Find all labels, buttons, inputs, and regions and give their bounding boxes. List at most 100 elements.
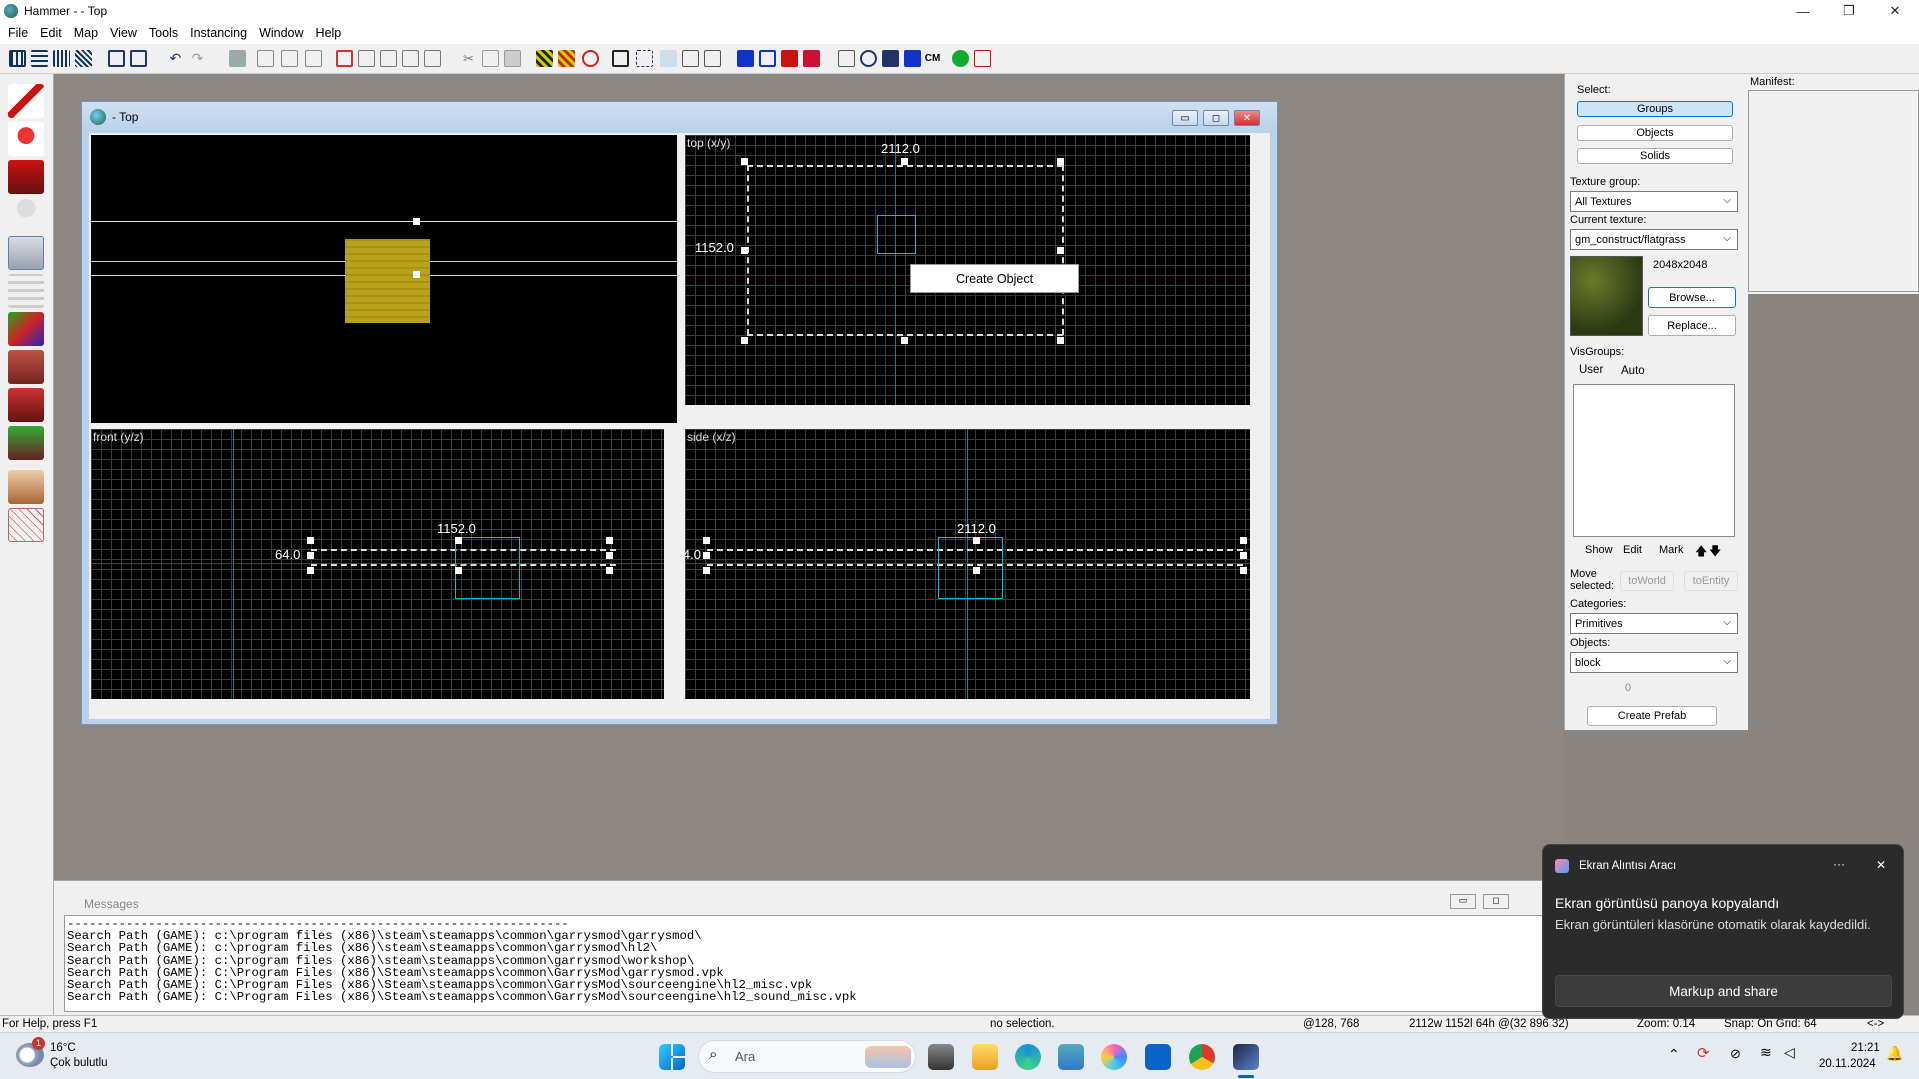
block-outline[interactable] bbox=[877, 215, 916, 254]
handle[interactable] bbox=[741, 337, 748, 344]
handle[interactable] bbox=[741, 247, 748, 254]
to-entity-button[interactable]: toEntity bbox=[1684, 571, 1738, 591]
map-properties-icon[interactable] bbox=[803, 50, 820, 67]
copy-icon[interactable] bbox=[482, 50, 499, 67]
camera-tool-icon[interactable] bbox=[8, 160, 44, 194]
entity-helpers-icon[interactable] bbox=[759, 50, 776, 67]
menu-edit[interactable]: Edit bbox=[34, 26, 68, 40]
block-tool-icon[interactable] bbox=[8, 236, 44, 270]
child-maximize-button[interactable]: ◻ bbox=[1203, 110, 1229, 126]
show-all-icon[interactable] bbox=[257, 50, 274, 67]
outlook-icon[interactable] bbox=[1145, 1044, 1171, 1070]
handle[interactable] bbox=[307, 552, 314, 559]
ignore-groups-icon[interactable] bbox=[536, 50, 553, 67]
copilot-icon[interactable] bbox=[1101, 1044, 1127, 1070]
handle[interactable] bbox=[703, 567, 710, 574]
markup-and-share-button[interactable]: Markup and share bbox=[1555, 975, 1892, 1007]
models-icon[interactable] bbox=[838, 50, 855, 67]
handle[interactable] bbox=[606, 552, 613, 559]
handle[interactable] bbox=[741, 158, 748, 165]
visgroup-icon[interactable] bbox=[904, 50, 921, 67]
run-map-icon[interactable] bbox=[582, 50, 599, 67]
current-texture-select[interactable]: gm_construct/flatgrass ⌵ bbox=[1570, 229, 1738, 250]
weather-desc[interactable]: Çok bulutlu bbox=[50, 1057, 108, 1069]
sphere-icon[interactable] bbox=[860, 50, 877, 67]
block-outline[interactable] bbox=[938, 537, 1003, 599]
taskbar-search-box[interactable]: ⌕ Ara bbox=[698, 1040, 916, 1073]
tab-auto[interactable]: Auto bbox=[1621, 365, 1645, 377]
handle[interactable] bbox=[1057, 247, 1064, 254]
tab-user[interactable]: User bbox=[1579, 364, 1603, 376]
camera-viewport[interactable] bbox=[91, 135, 677, 423]
draw-icon[interactable] bbox=[974, 50, 991, 67]
magnify-tool-icon[interactable] bbox=[8, 122, 44, 156]
snipping-tool-notification[interactable]: Ekran Alıntısı Aracı ··· ✕ Ekran görüntü… bbox=[1542, 844, 1904, 1019]
larger-grid-icon[interactable] bbox=[75, 50, 92, 67]
handle[interactable] bbox=[307, 567, 314, 574]
paste-icon[interactable] bbox=[504, 50, 521, 67]
undo-icon[interactable]: ↶ bbox=[167, 50, 184, 67]
handle[interactable] bbox=[1240, 567, 1247, 574]
select-groups-button[interactable]: Groups bbox=[1577, 101, 1733, 117]
menu-window[interactable]: Window bbox=[253, 26, 309, 40]
menu-view[interactable]: View bbox=[104, 26, 143, 40]
texture-tool-icon[interactable] bbox=[8, 274, 44, 308]
decal-tool-icon[interactable] bbox=[8, 350, 44, 384]
child-close-button[interactable]: ✕ bbox=[1234, 110, 1260, 126]
path-tool-icon[interactable] bbox=[8, 508, 44, 542]
weather-temp[interactable]: 16°C bbox=[50, 1042, 76, 1054]
sync-icon[interactable]: ⟳ bbox=[1697, 1044, 1710, 1062]
to-world-button[interactable]: toWorld bbox=[1620, 571, 1674, 591]
handle[interactable] bbox=[973, 537, 980, 544]
grid-3d-icon[interactable] bbox=[31, 50, 48, 67]
face-index-spinner[interactable]: 0 bbox=[1625, 682, 1631, 694]
overlay-tool-icon[interactable] bbox=[8, 388, 44, 422]
menu-map[interactable]: Map bbox=[68, 26, 104, 40]
toast-close-button[interactable]: ✕ bbox=[1876, 858, 1886, 872]
menu-instancing[interactable]: Instancing bbox=[184, 26, 253, 40]
group-icon[interactable] bbox=[130, 50, 147, 67]
hammer-taskbar-icon[interactable] bbox=[1233, 1044, 1259, 1070]
manifest-list[interactable] bbox=[1748, 90, 1919, 292]
vertex-tool-icon[interactable] bbox=[8, 470, 44, 504]
task-view-icon[interactable] bbox=[928, 1044, 954, 1070]
handle[interactable] bbox=[901, 158, 908, 165]
file-explorer-icon[interactable] bbox=[972, 1044, 998, 1070]
texture-group-select[interactable]: All Textures ⌵ bbox=[1570, 191, 1738, 212]
windows-start-icon[interactable] bbox=[659, 1044, 685, 1070]
wireframe-icon[interactable] bbox=[882, 50, 899, 67]
selection-dashed-icon[interactable] bbox=[636, 50, 653, 67]
block-solid-3d[interactable] bbox=[345, 239, 430, 323]
messages-maximize-button[interactable]: ◻ bbox=[1483, 894, 1509, 909]
handle[interactable] bbox=[606, 567, 613, 574]
selection-tool-icon[interactable] bbox=[8, 84, 44, 118]
cubemap-icon[interactable]: CM bbox=[924, 50, 941, 67]
translate-icon[interactable] bbox=[380, 50, 397, 67]
create-prefab-button[interactable]: Create Prefab bbox=[1587, 706, 1717, 726]
selection-box-icon[interactable] bbox=[612, 50, 629, 67]
select-solids-button[interactable]: Solids bbox=[1577, 148, 1733, 164]
cut-icon[interactable]: ✂ bbox=[460, 50, 477, 67]
handle[interactable] bbox=[1240, 537, 1247, 544]
entity-tool-icon[interactable] bbox=[8, 198, 44, 232]
maximize-button[interactable]: ❐ bbox=[1826, 0, 1872, 22]
move-up-icon[interactable]: 🡅 bbox=[1695, 542, 1707, 563]
edge-browser-icon[interactable] bbox=[1015, 1044, 1041, 1070]
cordon-icon[interactable] bbox=[336, 50, 353, 67]
wifi-icon[interactable]: ≋ bbox=[1760, 1044, 1772, 1061]
apply-texture-icon[interactable] bbox=[8, 312, 44, 346]
handle[interactable] bbox=[703, 552, 710, 559]
handle[interactable] bbox=[1057, 158, 1064, 165]
clock-time[interactable]: 21:21 bbox=[1851, 1042, 1880, 1054]
texture-lock-icon[interactable] bbox=[305, 50, 322, 67]
check-problems-icon[interactable] bbox=[781, 50, 798, 67]
smaller-grid-icon[interactable] bbox=[53, 50, 70, 67]
visgroup-show-button[interactable]: Show bbox=[1585, 544, 1613, 556]
side-viewport[interactable]: side (x/z) 2112.0 64.0 bbox=[685, 429, 1250, 699]
objects-select[interactable]: block ⌵ bbox=[1570, 652, 1738, 673]
browse-button[interactable]: Browse... bbox=[1648, 287, 1736, 308]
flip-horizontal-icon[interactable] bbox=[682, 50, 699, 67]
menu-help[interactable]: Help bbox=[310, 26, 348, 40]
clip-tool-icon[interactable] bbox=[8, 426, 44, 460]
flip-vertical-icon[interactable] bbox=[704, 50, 721, 67]
